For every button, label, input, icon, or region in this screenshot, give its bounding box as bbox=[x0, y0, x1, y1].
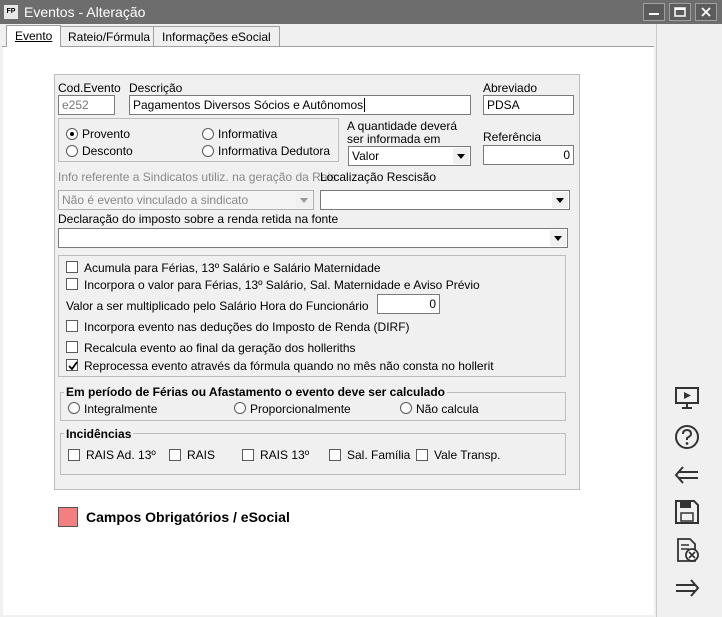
radio-integralmente[interactable] bbox=[68, 402, 80, 414]
tab-rateio-formula[interactable]: Rateio/Fórmula bbox=[59, 26, 160, 46]
rais-checkbox[interactable] bbox=[169, 449, 181, 461]
referencia-field[interactable]: 0 bbox=[483, 145, 574, 165]
incidencias-legend: Incidências bbox=[64, 427, 134, 441]
radio-proporcionalmente[interactable] bbox=[234, 402, 246, 414]
back-arrow-icon[interactable] bbox=[673, 461, 701, 489]
quantidade-value: Valor bbox=[352, 149, 380, 163]
dirf-checkbox[interactable] bbox=[66, 320, 78, 332]
app-icon: FP bbox=[4, 5, 18, 19]
monitor-icon[interactable] bbox=[673, 384, 701, 412]
chevron-down-icon[interactable] bbox=[453, 148, 469, 164]
radio-provento-label[interactable]: Provento bbox=[82, 127, 130, 141]
tab-esocial-label: Informações eSocial bbox=[162, 30, 271, 44]
abreviado-label: Abreviado bbox=[483, 81, 538, 95]
cancel-document-icon[interactable] bbox=[673, 536, 701, 564]
acumula-checkbox[interactable] bbox=[66, 261, 78, 273]
close-icon bbox=[701, 7, 711, 17]
reprocessa-checkbox[interactable] bbox=[66, 359, 78, 371]
maximize-button[interactable] bbox=[669, 3, 691, 21]
declaracao-select[interactable] bbox=[58, 228, 568, 248]
minimize-icon bbox=[649, 13, 659, 15]
close-button[interactable] bbox=[695, 3, 717, 21]
chevron-down-icon[interactable] bbox=[550, 230, 566, 246]
radio-informativa-dedutora-label[interactable]: Informativa Dedutora bbox=[218, 144, 330, 158]
radio-provento[interactable] bbox=[66, 128, 78, 140]
radio-informativa[interactable] bbox=[202, 128, 214, 140]
acumula-label[interactable]: Acumula para Férias, 13º Salário e Salár… bbox=[84, 261, 381, 275]
radio-proporcionalmente-label[interactable]: Proporcionalmente bbox=[250, 402, 351, 416]
rais-13-label[interactable]: RAIS 13º bbox=[260, 448, 309, 462]
referencia-label: Referência bbox=[483, 130, 542, 144]
quantidade-label-line2: ser informada em bbox=[347, 132, 441, 146]
declaracao-label: Declaração do imposto sobre a renda reti… bbox=[58, 212, 339, 226]
tab-evento-label: Evento bbox=[15, 29, 53, 43]
action-sidebar bbox=[656, 24, 722, 617]
localizacao-select[interactable] bbox=[320, 190, 570, 210]
tab-informacoes-esocial[interactable]: Informações eSocial bbox=[153, 26, 280, 46]
vale-transp-label[interactable]: Vale Transp. bbox=[434, 448, 500, 462]
sindicato-value: Não é evento vinculado a sindicato bbox=[62, 193, 249, 207]
descricao-value: Pagamentos Diversos Sócios e Autônomos bbox=[133, 98, 364, 112]
title-bar: FP Eventos - Alteração bbox=[0, 0, 722, 24]
periodo-legend: Em período de Férias ou Afastamento o ev… bbox=[64, 385, 447, 399]
forward-arrow-icon[interactable] bbox=[673, 574, 701, 602]
radio-informativa-dedutora[interactable] bbox=[202, 145, 214, 157]
minimize-button[interactable] bbox=[643, 3, 665, 21]
localizacao-label: Localização Rescisão bbox=[320, 170, 437, 184]
required-color-swatch bbox=[58, 507, 78, 527]
quantidade-select[interactable]: Valor bbox=[348, 146, 471, 166]
rais-ad-13-checkbox[interactable] bbox=[68, 449, 80, 461]
cod-evento-field[interactable]: e252 bbox=[58, 95, 115, 115]
radio-desconto-label[interactable]: Desconto bbox=[82, 144, 133, 158]
window-title: Eventos - Alteração bbox=[24, 4, 146, 20]
radio-desconto[interactable] bbox=[66, 145, 78, 157]
descricao-field[interactable]: Pagamentos Diversos Sócios e Autônomos bbox=[129, 95, 471, 115]
dirf-label[interactable]: Incorpora evento nas deduções do Imposto… bbox=[84, 320, 410, 334]
radio-informativa-label[interactable]: Informativa bbox=[218, 127, 277, 141]
maximize-icon bbox=[674, 7, 686, 17]
checkmark-icon bbox=[68, 361, 78, 371]
cod-evento-label: Cod.Evento bbox=[58, 81, 121, 95]
save-icon[interactable] bbox=[673, 498, 701, 526]
chevron-down-icon bbox=[296, 192, 312, 208]
recalcula-checkbox[interactable] bbox=[66, 341, 78, 353]
recalcula-label[interactable]: Recalcula evento ao final da geração dos… bbox=[84, 341, 356, 355]
radio-nao-calcula-label[interactable]: Não calcula bbox=[416, 402, 479, 416]
quantidade-label-line1: A quantidade deverá bbox=[347, 119, 458, 133]
multiplicador-field[interactable]: 0 bbox=[377, 294, 440, 314]
incorpora-valor-checkbox[interactable] bbox=[66, 278, 78, 290]
descricao-label: Descrição bbox=[129, 81, 183, 95]
chevron-down-icon[interactable] bbox=[552, 192, 568, 208]
rais-13-checkbox[interactable] bbox=[242, 449, 254, 461]
tab-rateio-label: Rateio/Fórmula bbox=[68, 30, 151, 44]
sindicato-select: Não é evento vinculado a sindicato bbox=[58, 190, 314, 210]
sal-familia-label[interactable]: Sal. Família bbox=[347, 448, 410, 462]
required-legend-text: Campos Obrigatórios / eSocial bbox=[86, 509, 290, 525]
text-cursor bbox=[364, 98, 366, 112]
incorpora-valor-label[interactable]: Incorpora o valor para Férias, 13º Salár… bbox=[84, 278, 480, 292]
multiplicador-label: Valor a ser multiplicado pelo Salário Ho… bbox=[66, 299, 369, 313]
radio-integralmente-label[interactable]: Integralmente bbox=[84, 402, 157, 416]
abreviado-field[interactable]: PDSA bbox=[483, 95, 574, 115]
sal-familia-checkbox[interactable] bbox=[329, 449, 341, 461]
rais-label[interactable]: RAIS bbox=[187, 448, 215, 462]
help-icon[interactable] bbox=[673, 423, 701, 451]
vale-transp-checkbox[interactable] bbox=[416, 449, 428, 461]
radio-nao-calcula[interactable] bbox=[400, 402, 412, 414]
tab-evento[interactable]: Evento bbox=[6, 25, 62, 47]
reprocessa-label[interactable]: Reprocessa evento através da fórmula qua… bbox=[84, 359, 494, 373]
rais-ad-13-label[interactable]: RAIS Ad. 13º bbox=[86, 448, 156, 462]
sindicato-label: Info referente a Sindicatos utiliz. na g… bbox=[58, 170, 337, 184]
